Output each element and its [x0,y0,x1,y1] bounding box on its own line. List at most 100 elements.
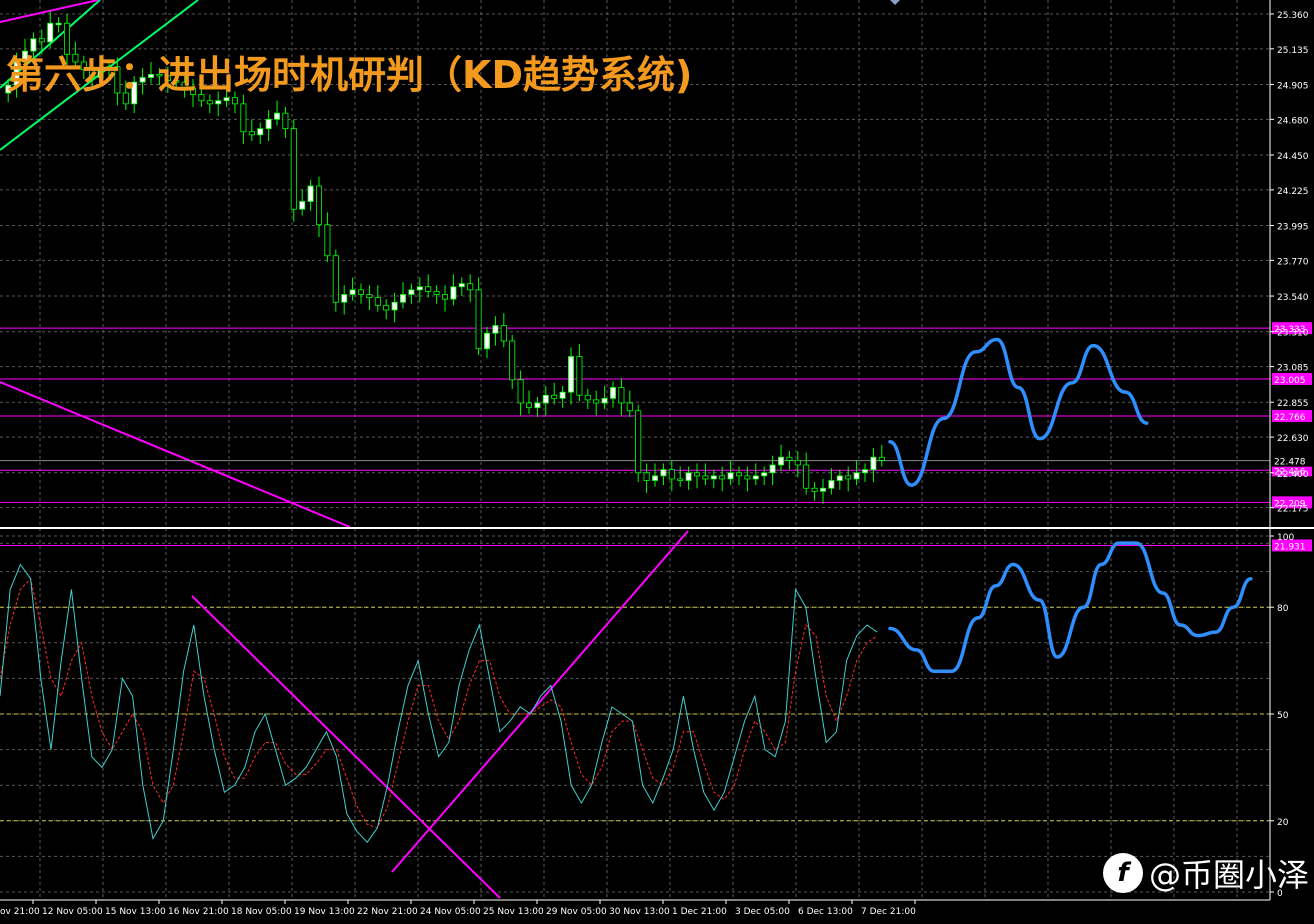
price-tick-label: 24.680 [1277,116,1309,126]
price-tick-label: 23.310 [1277,329,1309,339]
candle-body [416,286,423,291]
candle-body [593,399,600,404]
grid [0,0,1270,900]
time-tick-label: 6 Dec 13:00 [798,907,853,917]
projection-curves [888,337,1253,674]
candle-body [399,294,406,303]
time-tick-label: 7 Dec 21:00 [861,907,916,917]
price-tick-label: 23.540 [1277,293,1309,303]
stoch-k-line [0,563,878,843]
candle-body [500,325,507,342]
magenta-trendline-stoch-down [191,595,501,899]
candle-body [257,128,264,136]
time-tick-label: 29 Nov 05:00 [546,907,607,917]
time-tick-label: 1 Dec 21:00 [672,907,727,917]
candle-body [668,469,675,480]
candle-body [660,469,667,477]
candle-body [483,332,490,350]
time-tick-label: 16 Nov 21:00 [168,907,229,917]
time-tick-label: 19 Nov 13:00 [294,907,355,917]
candle-body [349,289,356,295]
candle-body [845,475,852,480]
candle-body [341,294,348,303]
candle-body [475,289,482,350]
level-label: 21.931 [1274,542,1306,552]
price-tick-label: 22.400 [1277,470,1309,480]
candle-body [803,464,810,489]
candle-body [794,459,801,466]
page-title: 第六步：进出场时机研判（KD趋势系统) [6,53,693,97]
stochastic-panel [0,563,878,843]
stoch-tick-label: 80 [1277,604,1289,614]
candle-body [870,456,877,471]
candle-body [626,402,633,412]
price-tick-label: 23.085 [1277,364,1309,374]
current-price-label: 22.478 [1274,458,1306,468]
candle-body [820,487,827,492]
candle-body [282,112,289,130]
candle-body [786,456,793,461]
time-tick-label: 15 Nov 13:00 [105,907,166,917]
candle-body [702,475,709,480]
candle-body [273,112,280,120]
candle-body [618,387,625,404]
stoch-tick-label: 50 [1277,711,1289,721]
candle-body [383,304,390,311]
candle-body [441,294,448,300]
stoch-d-line [0,577,878,829]
candle-body [878,456,885,461]
candle-body [332,255,339,303]
candle-body [408,289,415,295]
stoch-tick-label: 20 [1277,818,1289,828]
candle-body [853,472,860,480]
candle-body [265,118,272,130]
candle-body [568,356,575,393]
candle-body [752,475,759,480]
candle-body [290,128,297,210]
candle-body [811,487,818,492]
brand-logo-icon: f [1103,853,1143,893]
candle-body [610,387,617,399]
dropdown-arrow-icon[interactable] [890,0,900,5]
candle-body [635,410,642,474]
price-tick-label: 25.360 [1277,11,1309,21]
candle-body [727,472,734,480]
price-tick-label: 22.630 [1277,434,1309,444]
time-tick-label: 18 Nov 05:00 [231,907,292,917]
price-tick-label: 24.225 [1277,187,1309,197]
candle-body [240,103,247,133]
candle-body [509,340,516,381]
candle-body [685,472,692,481]
candle-body [534,402,541,409]
candle-body [601,397,608,404]
candle-body [526,402,533,409]
candle-body [736,472,743,477]
candle-body [677,478,684,481]
watermark-text: @币圈小泽 [1149,856,1310,894]
candle-body [576,356,583,396]
candle-body [55,22,62,26]
candle-body [769,464,776,474]
candle-body [433,290,440,295]
candle-body [315,185,322,226]
candle-body [248,131,255,136]
candle-body [559,391,566,399]
candle-body [652,475,659,481]
price-tick-label: 24.905 [1277,81,1309,91]
price-tick-label: 22.175 [1277,505,1309,515]
candle-body [542,394,549,404]
candle-body [828,480,835,489]
price-projection-curve [888,337,1149,487]
price-tick-label: 23.770 [1277,257,1309,267]
candle-body [366,294,373,298]
time-tick-label: 24 Nov 05:00 [420,907,481,917]
candle-body [458,283,465,288]
price-tick-label: 25.135 [1277,46,1309,56]
magenta-trendline-price [0,381,351,528]
candle-body [215,100,222,105]
time-tick-label: 25 Nov 13:00 [483,907,544,917]
candle-body [374,297,381,306]
candle-body [450,286,457,300]
candle-body [299,201,306,210]
time-tick-label: 30 Nov 13:00 [609,907,670,917]
